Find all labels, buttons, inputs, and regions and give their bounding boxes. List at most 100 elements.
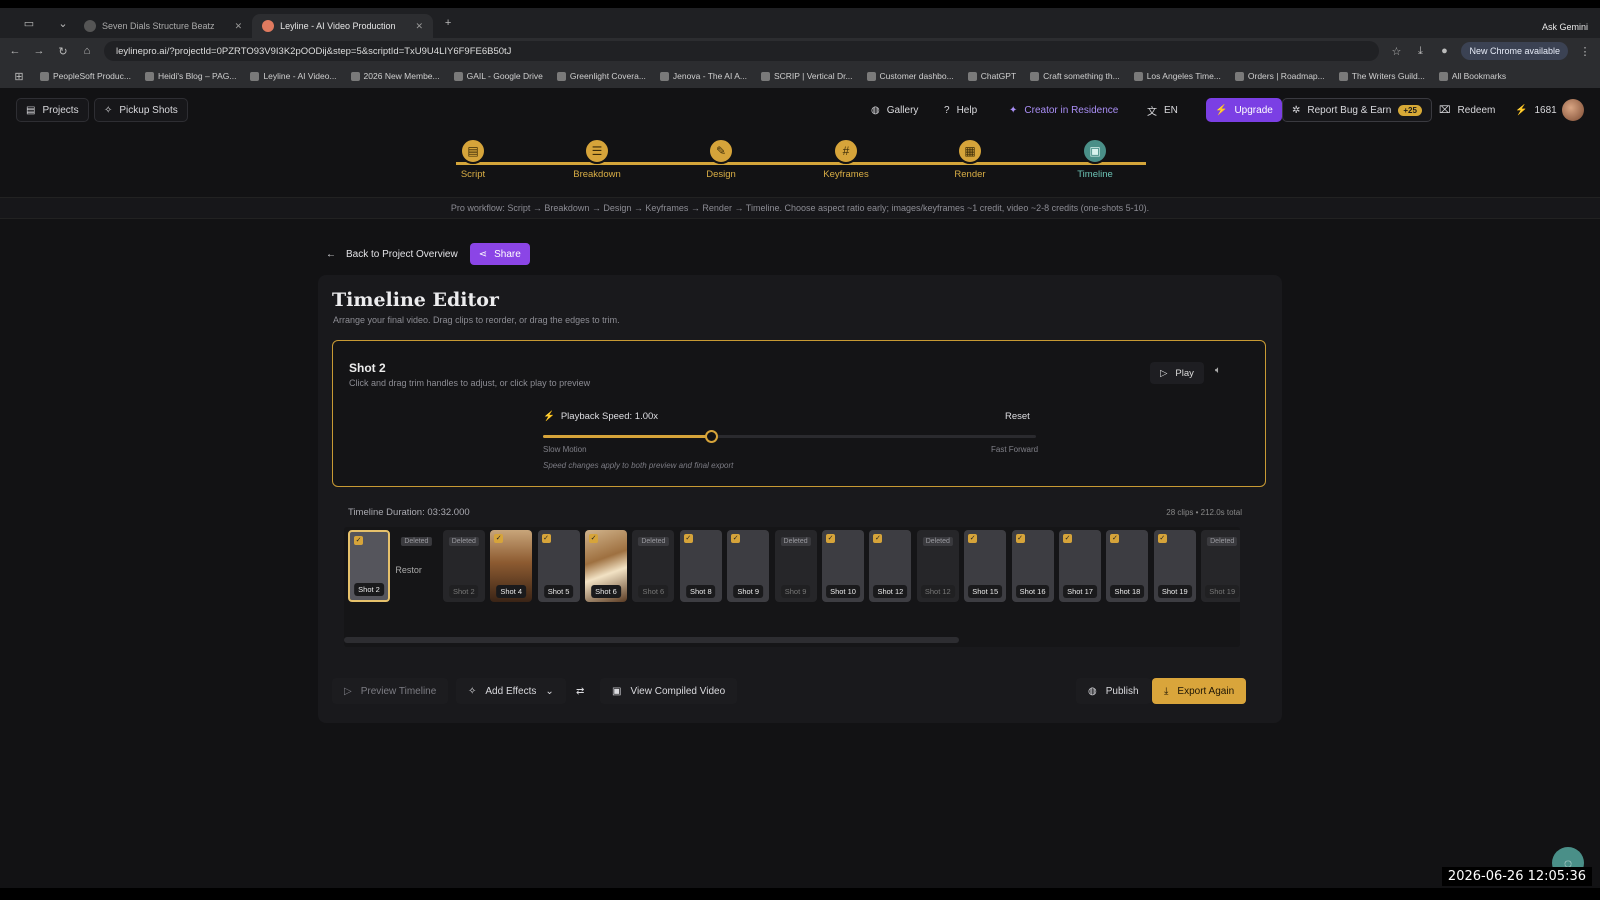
timeline-clip[interactable]: ✓ Shot 9 <box>727 530 770 602</box>
clip-checkbox[interactable]: ✓ <box>873 534 883 543</box>
clip-checkbox[interactable]: ✓ <box>1110 534 1120 543</box>
creator-residence-link[interactable]: ✦ Creator in Residence <box>1000 98 1127 122</box>
clip-checkbox[interactable]: ✓ <box>826 534 835 543</box>
upgrade-button[interactable]: ⚡ Upgrade <box>1206 98 1282 122</box>
bookmark-item[interactable]: Greenlight Covera... <box>556 71 646 81</box>
tab-search-icon[interactable]: ▭ <box>22 17 36 30</box>
deleted-clip[interactable]: Deleted Shot 19 <box>1201 530 1240 602</box>
timeline-clip[interactable]: ✓ Shot 5 <box>537 530 580 602</box>
deleted-clip-slot[interactable]: Deleted Restor <box>395 530 437 602</box>
apps-grid-icon[interactable]: ⊞ <box>12 70 26 83</box>
step-timeline[interactable]: ▣ Timeline <box>1055 138 1135 180</box>
new-tab-icon[interactable]: + <box>441 17 455 29</box>
tab-list-chevron-icon[interactable]: ⌄ <box>56 17 70 30</box>
redeem-button[interactable]: ⌧ Redeem <box>1430 98 1504 122</box>
timeline-clip[interactable]: ✓ Shot 2 <box>348 530 390 602</box>
gallery-link[interactable]: ◍ Gallery <box>862 98 927 122</box>
forward-nav-icon[interactable]: → <box>32 45 46 57</box>
strip-scrollbar[interactable] <box>344 637 959 643</box>
projects-button[interactable]: ▤ Projects <box>16 98 89 122</box>
timeline-clip[interactable]: ✓ Shot 10 <box>822 530 864 602</box>
bookmark-item[interactable]: 2026 New Membe... <box>350 71 440 81</box>
share-button[interactable]: ⋖ Share <box>469 243 530 265</box>
ask-gemini-button[interactable]: Ask Gemini <box>1542 22 1588 32</box>
timeline-clip[interactable]: ✓ Shot 16 <box>1011 530 1054 602</box>
clip-checkbox[interactable]: ✓ <box>683 534 693 543</box>
browser-tab[interactable]: Seven Dials Structure Beatz ✕ <box>74 14 252 38</box>
back-to-overview-button[interactable]: ← Back to Project Overview <box>326 249 458 260</box>
download-icon[interactable]: ⤓ <box>1413 45 1427 58</box>
bookmark-item[interactable]: ChatGPT <box>967 71 1016 81</box>
bookmark-item[interactable]: Orders | Roadmap... <box>1234 71 1325 81</box>
timeline-clip[interactable]: ✓ Shot 4 <box>490 530 533 602</box>
new-chrome-button[interactable]: New Chrome available <box>1461 42 1568 60</box>
speed-slider[interactable] <box>543 430 1036 443</box>
close-tab-icon[interactable]: ✕ <box>416 21 424 32</box>
back-nav-icon[interactable]: ← <box>8 45 22 57</box>
bookmark-item[interactable]: Leyline - AI Video... <box>250 71 337 81</box>
step-render[interactable]: ▦ Render <box>930 138 1010 180</box>
reload-icon[interactable]: ↻ <box>56 45 70 58</box>
close-tab-icon[interactable]: ✕ <box>235 21 243 32</box>
profile-icon[interactable]: ● <box>1437 45 1451 57</box>
step-script[interactable]: ▤ Script <box>433 138 513 180</box>
bookmark-item[interactable]: Craft something th... <box>1030 71 1120 81</box>
language-selector[interactable]: 文 EN <box>1138 98 1187 122</box>
timeline-clip[interactable]: ✓ Shot 8 <box>679 530 722 602</box>
step-breakdown[interactable]: ☰ Breakdown <box>557 138 637 180</box>
bookmark-item[interactable]: The Writers Guild... <box>1338 71 1425 81</box>
export-again-button[interactable]: ⤓ Export Again <box>1152 678 1247 704</box>
deleted-clip[interactable]: Deleted Shot 2 <box>442 530 485 602</box>
clip-checkbox[interactable]: ✓ <box>494 534 504 543</box>
avatar[interactable] <box>1562 99 1584 121</box>
help-link[interactable]: ? Help <box>935 98 986 122</box>
clip-checkbox[interactable]: ✓ <box>541 534 551 543</box>
clip-strip[interactable]: ✓ Shot 2 Deleted Restor Deleted Shot 2 ✓ Shot 4… <box>344 527 1240 647</box>
view-compiled-button[interactable]: ▣ View Compiled Video <box>600 678 738 704</box>
timeline-clip[interactable]: ✓ Shot 19 <box>1153 530 1196 602</box>
bookmark-item[interactable]: SCRIP | Vertical Dr... <box>760 71 853 81</box>
add-effects-button[interactable]: ✧ Add Effects ⌄ <box>456 678 566 704</box>
clip-checkbox[interactable]: ✓ <box>1063 534 1072 543</box>
home-icon[interactable]: ⌂ <box>80 45 94 57</box>
deleted-clip[interactable]: Deleted Shot 9 <box>774 530 817 602</box>
deleted-clip[interactable]: Deleted Shot 12 <box>916 530 959 602</box>
bookmark-item[interactable]: Jenova - The AI A... <box>659 71 747 81</box>
browser-tab-active[interactable]: Leyline - AI Video Production ✕ <box>252 14 434 38</box>
bookmark-item[interactable]: All Bookmarks <box>1438 71 1506 81</box>
pickup-shots-button[interactable]: ✧ Pickup Shots <box>94 98 188 122</box>
clip-checkbox[interactable]: ✓ <box>589 534 598 543</box>
clip-label: Shot 10 <box>826 585 860 598</box>
clip-checkbox[interactable]: ✓ <box>968 534 978 543</box>
publish-button[interactable]: ◍ Publish <box>1076 678 1151 704</box>
clip-checkbox[interactable]: ✓ <box>731 534 741 543</box>
clip-checkbox[interactable]: ✓ <box>354 536 363 545</box>
bookmark-item[interactable]: Customer dashbo... <box>866 71 954 81</box>
bookmark-star-icon[interactable]: ☆ <box>1389 45 1403 58</box>
timeline-clip[interactable]: ✓ Shot 15 <box>964 530 1007 602</box>
bookmark-item[interactable]: Los Angeles Time... <box>1133 71 1221 81</box>
adjust-settings-button[interactable]: ⇄ <box>564 678 596 704</box>
play-button[interactable]: ▷ Play <box>1150 362 1204 384</box>
clip-checkbox[interactable]: ✓ <box>1015 534 1025 543</box>
step-design[interactable]: ✎ Design <box>681 138 761 180</box>
timeline-clip[interactable]: ✓ Shot 18 <box>1106 530 1149 602</box>
timeline-clip[interactable]: ✓ Shot 12 <box>869 530 912 602</box>
gallery-label: Gallery <box>886 104 919 116</box>
timeline-clip[interactable]: ✓ Shot 6 <box>585 530 627 602</box>
volume-icon[interactable]: 🔈︎ <box>1215 365 1221 376</box>
report-bug-button[interactable]: ✲ Report Bug & Earn +25 <box>1282 98 1432 122</box>
reset-speed-button[interactable]: Reset <box>1005 411 1030 422</box>
bookmark-item[interactable]: Heidi's Blog – PAG... <box>144 71 236 81</box>
deleted-clip[interactable]: Deleted Shot 6 <box>632 530 675 602</box>
step-keyframes[interactable]: # Keyframes <box>806 138 886 180</box>
bookmark-item[interactable]: PeopleSoft Produc... <box>40 71 131 81</box>
url-field[interactable]: leylinepro.ai/?projectId=0PZRTO93V9I3K2p… <box>104 41 1380 61</box>
clip-checkbox[interactable]: ✓ <box>1157 534 1167 543</box>
menu-kebab-icon[interactable]: ⋮ <box>1578 45 1592 58</box>
restore-button[interactable]: Restor <box>395 565 422 575</box>
speed-slider-handle[interactable] <box>704 430 718 443</box>
timeline-clip[interactable]: ✓ Shot 17 <box>1059 530 1101 602</box>
preview-timeline-button[interactable]: ▷ Preview Timeline <box>332 678 449 704</box>
bookmark-item[interactable]: GAIL - Google Drive <box>453 71 543 81</box>
